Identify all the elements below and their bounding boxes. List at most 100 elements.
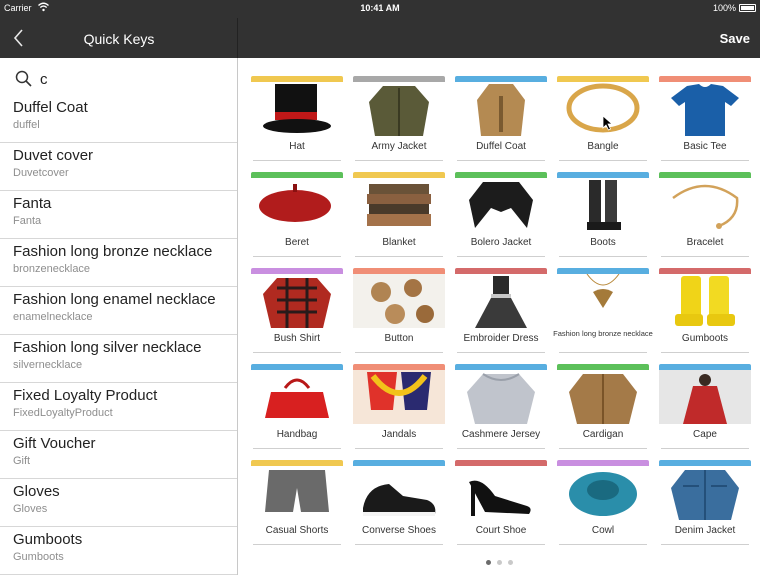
quick-key-tile[interactable]: Fashion long bronze necklace (553, 268, 653, 353)
list-item-title: Fanta (13, 195, 52, 212)
quick-key-tile[interactable]: Handbag (251, 364, 343, 449)
quick-key-tile[interactable]: Cashmere Jersey (455, 364, 547, 449)
buttons-icon (353, 274, 445, 328)
sneakers-icon (353, 466, 445, 520)
bush-shirt-icon (251, 274, 343, 328)
mouse-cursor-icon (602, 115, 614, 131)
hat-icon (251, 82, 343, 136)
list-item[interactable]: Gumboots Gumboots (0, 527, 237, 575)
tile-label: Bangle (587, 141, 619, 152)
list-item-subtitle: Gumboots (13, 551, 64, 563)
page-dot[interactable] (486, 560, 491, 565)
tile-divider (661, 352, 749, 353)
quick-key-tile[interactable]: Cardigan (557, 364, 649, 449)
page-dot[interactable] (508, 560, 513, 565)
quick-key-tile[interactable]: Beret (251, 172, 343, 257)
tile-label: Cardigan (582, 429, 624, 440)
tile-label: Embroider Dress (463, 333, 539, 344)
tile-label: Cashmere Jersey (461, 429, 541, 440)
list-item[interactable]: Fashion long enamel necklace enamelneckla… (0, 287, 237, 335)
tile-divider (355, 256, 443, 257)
battery-icon (739, 4, 756, 12)
quick-key-tile[interactable]: Gumboots (659, 268, 751, 353)
tile-divider (559, 160, 647, 161)
tile-label: Button (384, 333, 414, 344)
quick-keys-list-panel: Duffel Coat duffel Duvet cover Duvetcover Fa… (0, 58, 238, 575)
cardigan-icon (557, 370, 649, 424)
quick-key-tile[interactable]: Duffel Coat (455, 76, 547, 161)
list-item-title: Duvet cover (13, 147, 94, 164)
list-item[interactable]: Fashion long bronze necklace bronzeneckla… (0, 239, 237, 287)
quick-key-tile[interactable]: Army Jacket (353, 76, 445, 161)
tile-divider (355, 448, 443, 449)
page-indicator[interactable] (239, 560, 760, 565)
tile-divider (253, 160, 341, 161)
list-item-subtitle: duffel (13, 119, 40, 131)
tile-divider (355, 544, 443, 545)
page-dot[interactable] (497, 560, 502, 565)
beret-icon (251, 178, 343, 232)
boots-icon (557, 178, 649, 232)
list-item[interactable]: Duvet cover Duvetcover (0, 143, 237, 191)
tile-divider (355, 352, 443, 353)
bracelet-icon (659, 178, 751, 232)
cowl-icon (557, 466, 649, 520)
tile-label: Court Shoe (475, 525, 527, 536)
tile-label: Converse Shoes (362, 525, 436, 536)
tile-label: Denim Jacket (674, 525, 736, 536)
list-item-title: Fashion long silver necklace (13, 339, 202, 356)
tile-label: Basic Tee (683, 141, 727, 152)
quick-key-tile[interactable]: Hat (251, 76, 343, 161)
tile-divider (253, 544, 341, 545)
battery-percent: 100% (712, 3, 736, 13)
dress-icon (455, 274, 547, 328)
quick-key-tile[interactable]: Button (353, 268, 445, 353)
quick-key-tile[interactable]: Casual Shorts (251, 460, 343, 545)
tile-divider (457, 544, 545, 545)
quick-key-tile[interactable]: Denim Jacket (659, 460, 751, 545)
tile-label: Bracelet (686, 237, 724, 248)
quick-key-tile[interactable]: Bush Shirt (251, 268, 343, 353)
tile-label: Casual Shorts (265, 525, 329, 536)
quick-key-tile[interactable]: Embroider Dress (455, 268, 547, 353)
quick-key-tile[interactable]: Jandals (353, 364, 445, 449)
list-item[interactable]: Fixed Loyalty Product FixedLoyaltyProduct (0, 383, 237, 431)
quick-key-tile[interactable]: Boots (557, 172, 649, 257)
tile-label: Blanket (382, 237, 416, 248)
tile-label: Gumboots (681, 333, 729, 344)
save-button[interactable]: Save (720, 31, 750, 46)
nav-left-pane: Quick Keys (0, 18, 238, 58)
list-item[interactable]: Fashion long silver necklace silverneckla… (0, 335, 237, 383)
quick-key-tile[interactable]: Basic Tee (659, 76, 751, 161)
tile-divider (661, 544, 749, 545)
shorts-icon (251, 466, 343, 520)
quick-key-tile[interactable]: Bracelet (659, 172, 751, 257)
quick-key-tile[interactable]: Cowl (557, 460, 649, 545)
list-item[interactable]: Gloves Gloves (0, 479, 237, 527)
bolero-icon (455, 178, 547, 232)
list-item-title: Duffel Coat (13, 99, 88, 116)
jersey-icon (455, 370, 547, 424)
coat-camel-icon (455, 82, 547, 136)
tile-label: Army Jacket (371, 141, 427, 152)
search-input[interactable] (40, 67, 220, 91)
page-title: Quick Keys (83, 31, 155, 47)
list-item-subtitle: Fanta (13, 215, 42, 227)
quick-key-tile[interactable]: Blanket (353, 172, 445, 257)
handbag-icon (251, 370, 343, 424)
list-item[interactable]: Duffel Coat duffel (0, 95, 237, 143)
nav-bar: Quick Keys Save (0, 18, 760, 58)
list-item-subtitle: enamelnecklace (13, 311, 93, 323)
tile-divider (559, 256, 647, 257)
tile-label: Cape (693, 429, 717, 440)
list-item[interactable]: Fanta Fanta (0, 191, 237, 239)
quick-key-tile[interactable]: Cape (659, 364, 751, 449)
tile-divider (559, 352, 647, 353)
quick-key-tile[interactable]: Converse Shoes (353, 460, 445, 545)
list-item-title: Fashion long enamel necklace (13, 291, 216, 308)
list-item[interactable]: Gift Voucher Gift (0, 431, 237, 479)
tile-divider (559, 448, 647, 449)
quick-key-tile[interactable]: Bolero Jacket (455, 172, 547, 257)
tile-label: Hat (289, 141, 305, 152)
quick-key-tile[interactable]: Court Shoe (455, 460, 547, 545)
